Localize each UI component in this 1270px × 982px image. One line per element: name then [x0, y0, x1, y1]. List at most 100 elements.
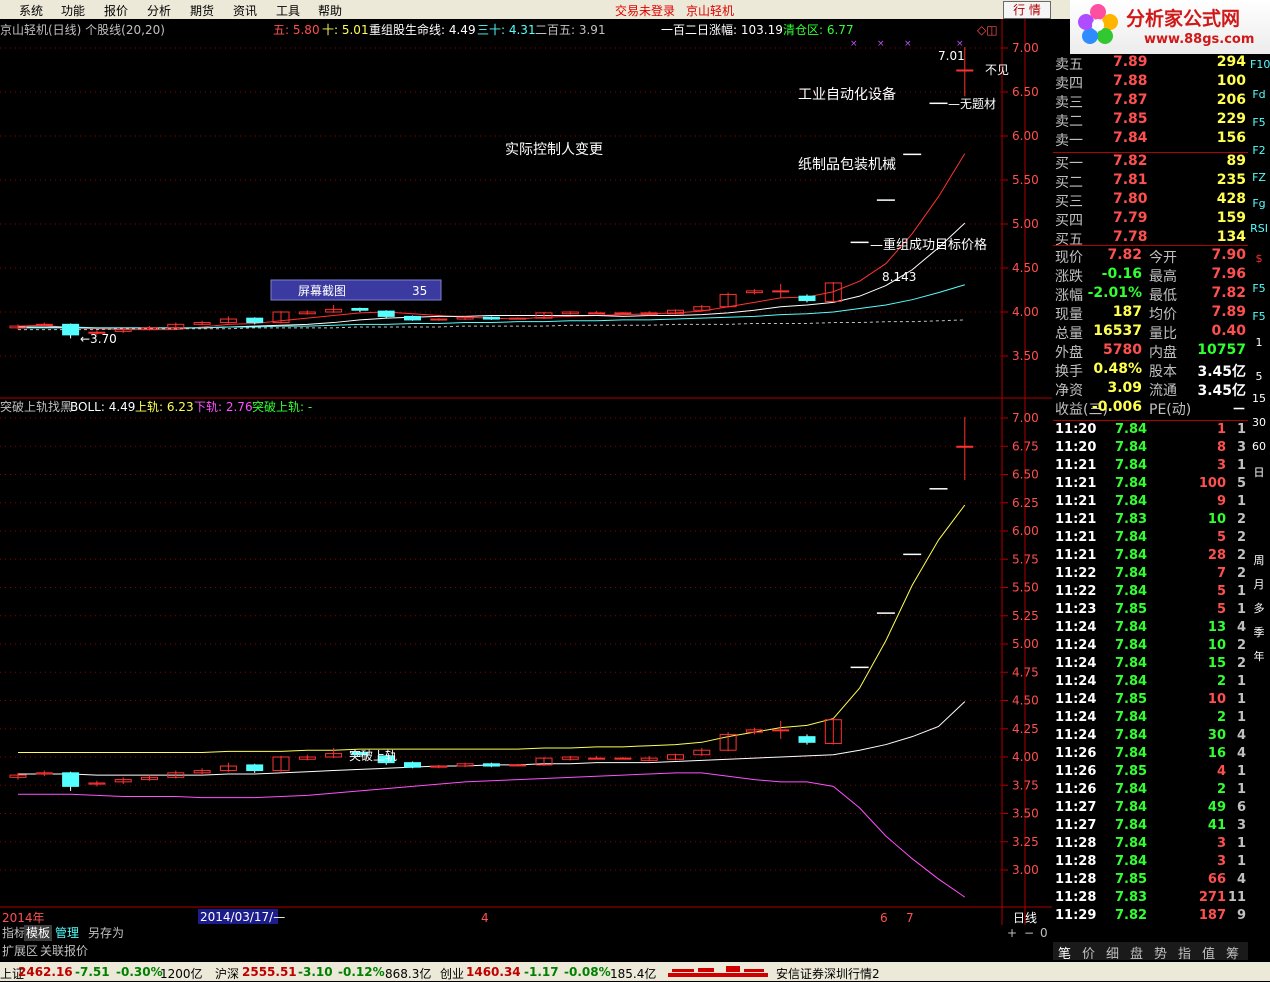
side-tool-12[interactable]: 15	[1250, 392, 1268, 408]
top-price-axis: 7.00 6.50 6.00 5.50 5.00 4.50 4.00 3.50	[1002, 41, 1039, 363]
zoom-out-button[interactable]: −	[1022, 925, 1036, 941]
tab-extension[interactable]: 扩展区	[0, 943, 40, 959]
side-tool-20[interactable]: 年	[1250, 648, 1268, 664]
menu-item-function[interactable]: 功能	[61, 2, 85, 19]
period-label[interactable]: 日线	[1013, 911, 1037, 925]
side-tool-3[interactable]: F2	[1250, 144, 1268, 160]
menu-item-analysis[interactable]: 分析	[147, 2, 171, 19]
upper-band-label: 上轨: 6.23	[135, 400, 194, 414]
side-tool-2[interactable]: F5	[1250, 116, 1268, 132]
stat-value: 7.82	[1107, 247, 1142, 263]
trade-volume: 7	[1216, 566, 1226, 581]
menu-item-quote[interactable]: 报价	[104, 2, 128, 19]
trade-price: 7.84	[1115, 494, 1148, 509]
low-price-label: ←3.70	[80, 332, 117, 346]
menu-item-help[interactable]: 帮助	[318, 2, 342, 19]
stat-label-2: 股本	[1149, 364, 1177, 380]
window-controls-icon[interactable]: ◇◫	[977, 23, 998, 37]
right-tab-5[interactable]: 指	[1178, 943, 1191, 962]
right-tab-3[interactable]: 盘	[1130, 943, 1143, 962]
right-tab-0[interactable]: 笔	[1058, 943, 1071, 962]
side-tool-17[interactable]: 月	[1250, 576, 1268, 592]
trade-time: 11:24	[1055, 656, 1097, 671]
zoom-reset-button[interactable]: 0	[1038, 925, 1050, 941]
trade-row: 11:28 7.84 3 1	[1053, 836, 1248, 854]
screenshot-popup[interactable]: 屏幕截图 35	[270, 279, 442, 301]
right-tab-7[interactable]: 筹	[1226, 943, 1239, 962]
trade-row: 11:26 7.84 2 1	[1053, 782, 1248, 800]
stat-row: 现量 187 均价 7.89	[1053, 304, 1248, 323]
menu-item-tools[interactable]: 工具	[276, 2, 300, 19]
stat-value-2: 3.45亿	[1197, 383, 1246, 399]
stat-label: 涨跌	[1055, 269, 1083, 285]
trade-row: 11:21 7.84 28 2	[1053, 548, 1248, 566]
trade-row: 11:24 7.84 30 4	[1053, 728, 1248, 746]
right-tab-1[interactable]: 价	[1082, 943, 1095, 962]
side-tool-4[interactable]: FZ	[1250, 171, 1268, 187]
side-tool-19[interactable]: 季	[1250, 624, 1268, 640]
side-tool-5[interactable]: Fg	[1250, 197, 1268, 213]
ask-volume: 294	[1216, 54, 1246, 70]
side-tool-15[interactable]: 日	[1250, 464, 1268, 480]
trade-price: 7.84	[1115, 530, 1148, 545]
side-tool-7[interactable]: $	[1250, 252, 1268, 268]
quote-button[interactable]: 行 情	[1003, 1, 1051, 19]
right-tab-4[interactable]: 势	[1154, 943, 1167, 962]
right-tab-2[interactable]: 细	[1106, 943, 1119, 962]
trade-volume: 8	[1216, 440, 1226, 455]
menu-item-futures[interactable]: 期货	[190, 2, 214, 19]
menu-item-news[interactable]: 资讯	[233, 2, 257, 19]
side-tool-0[interactable]: F10	[1250, 58, 1270, 74]
trade-time: 11:21	[1055, 548, 1097, 563]
side-tool-1[interactable]: Fd	[1250, 88, 1268, 104]
broker-label: 安信证券深圳行情2	[776, 967, 880, 981]
trade-list[interactable]: 11:20 7.84 1 1 11:20 7.84 8 3 11:21 7.84 3 1 11:21 7.…	[1053, 422, 1248, 942]
bid-row: 买二 7.81 235	[1053, 172, 1248, 191]
chart-area[interactable]: 7.00 6.50 6.00 5.50 5.00 4.50 4.00 3.50 7.00 6.7…	[0, 19, 1052, 941]
trade-volume: 10	[1207, 512, 1226, 527]
trade-row: 11:28 7.85 66 4	[1053, 872, 1248, 890]
bid-row: 买一 7.82 89	[1053, 153, 1248, 172]
trade-price: 7.83	[1115, 890, 1148, 905]
trade-count: 1	[1236, 422, 1246, 437]
rise120-label: 一百二日涨幅: 103.19	[661, 22, 783, 37]
side-tool-6[interactable]: RSI	[1250, 222, 1268, 238]
right-tab-6[interactable]: 值	[1202, 943, 1215, 962]
menu-item-system[interactable]: 系统	[19, 2, 43, 19]
side-tool-16[interactable]: 周	[1250, 552, 1268, 568]
trade-count: 6	[1236, 800, 1246, 815]
login-status[interactable]: 交易未登录	[615, 2, 675, 19]
side-tool-11[interactable]: 5	[1250, 370, 1268, 386]
side-toolbar: F10 Fd F5 F2 FZ Fg RSI $ F5 F5 1 5 15 30 60 日周月多季年	[1249, 56, 1270, 936]
trade-volume: 13	[1207, 620, 1226, 635]
side-tool-13[interactable]: 30	[1250, 416, 1268, 432]
axis-tick-label: 5.25	[1012, 609, 1039, 623]
trade-count: 1	[1236, 854, 1246, 869]
bid-stats-divider	[1053, 245, 1248, 246]
tab-manage[interactable]: 管理	[53, 925, 81, 941]
trade-time: 11:24	[1055, 674, 1097, 689]
bid-volume: 89	[1226, 153, 1246, 169]
trade-row: 11:22 7.84 7 2	[1053, 566, 1248, 584]
candle-body	[614, 312, 632, 315]
bid-volume: 159	[1216, 210, 1246, 226]
side-tool-10[interactable]: 1	[1250, 336, 1268, 352]
side-tool-14[interactable]: 60	[1250, 440, 1268, 456]
svg-text:×: ×	[904, 39, 912, 49]
trade-row: 11:22 7.84 5 1	[1053, 584, 1248, 602]
zoom-in-button[interactable]: +	[1005, 925, 1019, 941]
sh-change: -7.51	[75, 965, 110, 979]
candle-body	[903, 153, 922, 156]
ask-price: 7.87	[1113, 92, 1148, 108]
tab-save-as[interactable]: 另存为	[86, 925, 126, 941]
side-tool-18[interactable]: 多	[1250, 600, 1268, 616]
trade-row: 11:29 7.82 187 9	[1053, 908, 1248, 926]
trade-time: 11:24	[1055, 692, 1097, 707]
tab-template[interactable]: 模板	[24, 925, 53, 941]
side-tool-8[interactable]: F5	[1250, 282, 1268, 298]
side-tool-9[interactable]: F5	[1250, 310, 1268, 326]
hs-percent: -0.12%	[338, 965, 385, 979]
tab-related-quote[interactable]: 关联报价	[38, 943, 90, 959]
candle-body	[246, 764, 264, 772]
stats-trades-divider	[1053, 420, 1248, 421]
